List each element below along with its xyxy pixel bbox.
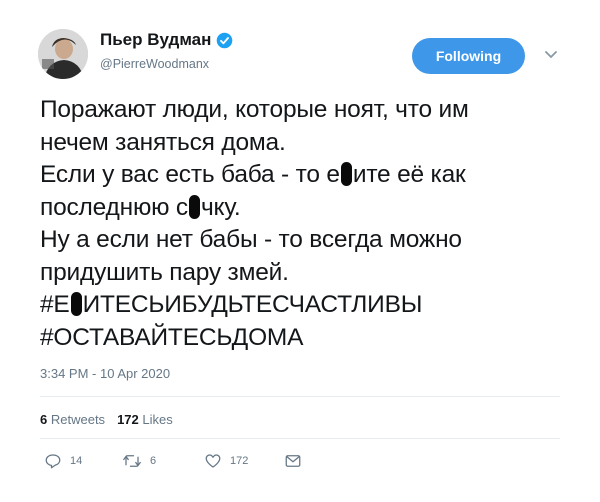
chevron-down-icon[interactable] (544, 50, 558, 60)
like-count: 172 (230, 455, 249, 467)
heart-icon (205, 454, 221, 468)
direct-message-button[interactable] (284, 452, 302, 470)
likes-stat[interactable]: 172 Likes (117, 412, 173, 427)
verified-badge-icon (217, 32, 233, 48)
tweet-line: Если у вас есть баба - то е ите её как (40, 161, 466, 188)
likes-label: Likes (142, 412, 173, 427)
divider (40, 396, 560, 397)
tweet-line: нечем заняться дома. (40, 128, 286, 156)
tweet-timestamp[interactable]: 3:34 PM - 10 Apr 2020 (40, 366, 170, 381)
display-name[interactable]: Пьер Вудман (100, 30, 233, 50)
likes-count: 172 (117, 412, 139, 427)
tweet-line: Поражают люди, которые ноят, что им (40, 96, 469, 123)
tweet-line: Ну а если нет бабы - то всегда можно (40, 226, 462, 253)
retweet-button[interactable]: 6 (122, 452, 156, 470)
divider (40, 438, 560, 439)
retweets-stat[interactable]: 6 Retweets (40, 412, 105, 427)
author-handle[interactable]: @PierreWoodmanx (100, 57, 209, 71)
censor-blot (188, 194, 200, 219)
like-button[interactable]: 172 (204, 452, 248, 470)
hashtag-line[interactable]: #ОСТАВАЙТЕСЬДОМА (40, 322, 580, 355)
avatar-photo (38, 29, 88, 79)
retweet-count: 6 (150, 455, 157, 467)
reply-count: 14 (70, 455, 83, 467)
hashtag-line[interactable]: #Е ИТЕСЬИБУДЬТЕСЧАСТЛИВЫ (40, 289, 580, 322)
retweets-label: Retweets (50, 412, 106, 427)
tweet-line: последнюю с чку. (40, 193, 241, 221)
censor-blot (340, 162, 352, 186)
engagement-stats: 6 Retweets 172 Likes (40, 412, 173, 427)
tweet-card: Пьер Вудман @PierreWoodmanx Following По… (0, 0, 600, 502)
display-name-text: Пьер Вудман (100, 30, 212, 49)
tweet-text: Поражают люди, которые ноят, что им нече… (40, 94, 580, 354)
tweet-line: придушить пару змей. (40, 258, 289, 286)
reply-button[interactable]: 14 (44, 452, 82, 470)
retweets-count: 6 (40, 412, 48, 427)
envelope-icon (285, 455, 301, 467)
retweet-icon (123, 455, 141, 467)
censor-blot (70, 292, 82, 316)
action-bar: 14 6 172 (44, 452, 344, 472)
reply-icon (45, 454, 61, 469)
avatar[interactable] (38, 29, 88, 79)
following-button[interactable]: Following (412, 38, 525, 74)
